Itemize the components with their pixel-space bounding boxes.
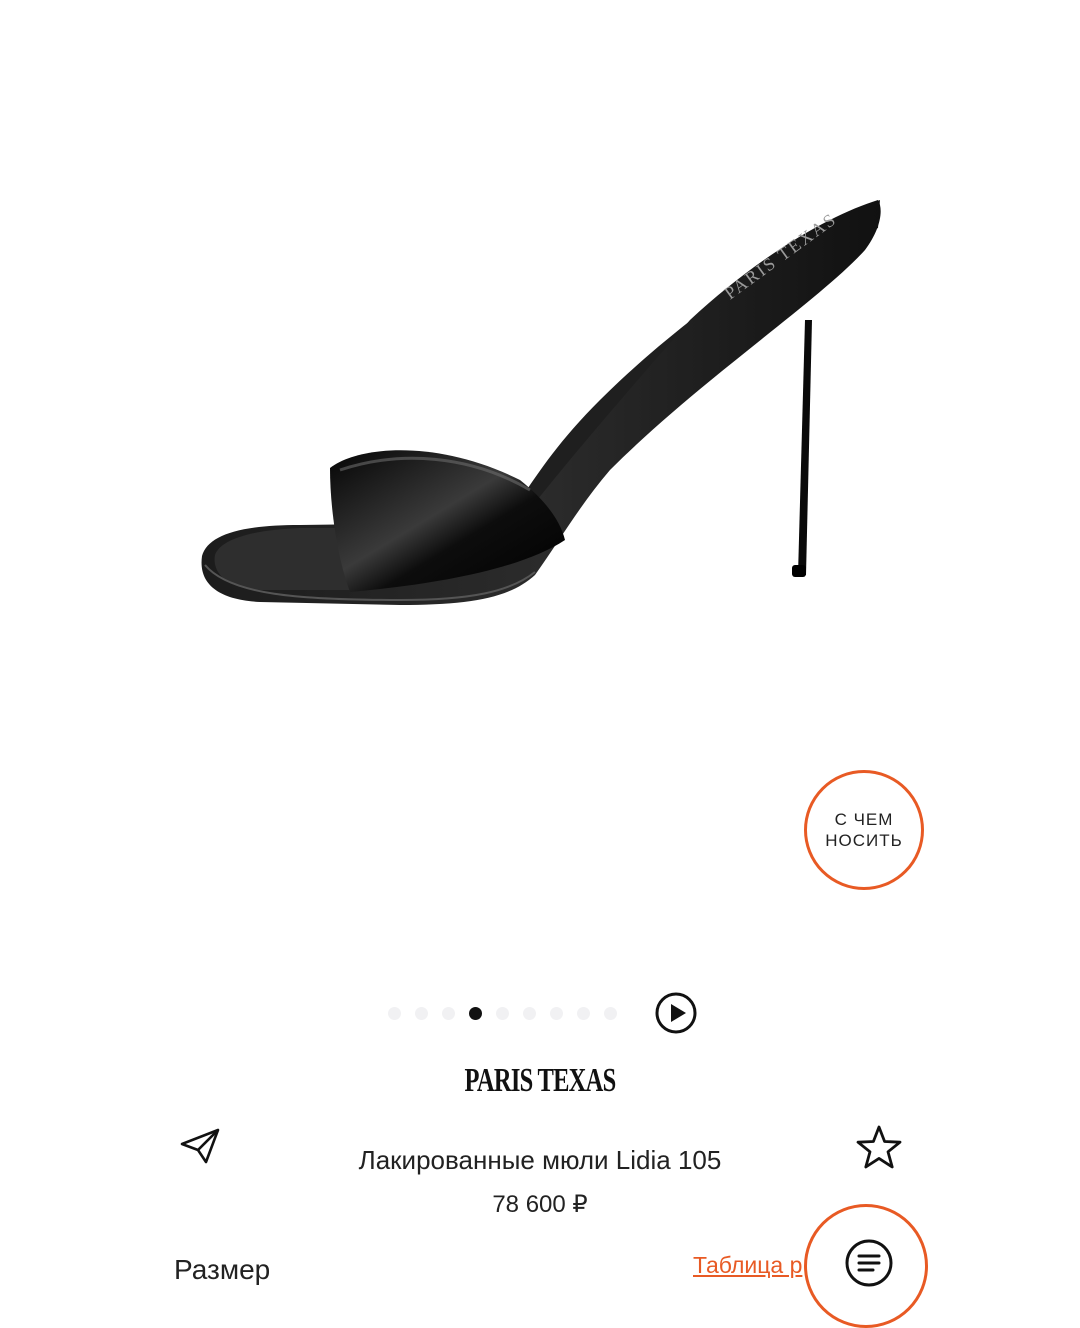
pager-dot[interactable] xyxy=(415,1006,428,1020)
product-price: 78 600 ₽ xyxy=(492,1191,588,1218)
outfit-ideas-button[interactable]: С ЧЕМ НОСИТЬ xyxy=(804,770,924,890)
size-table-link[interactable]: Таблица р xyxy=(693,1252,808,1279)
pager-dot[interactable] xyxy=(496,1006,509,1020)
star-icon xyxy=(856,1125,902,1169)
pager-dot[interactable] xyxy=(442,1006,455,1020)
outfit-ideas-label: С ЧЕМ НОСИТЬ xyxy=(825,810,903,850)
pager-dot-active[interactable] xyxy=(469,1006,482,1020)
product-title: Лакированные мюли Lidia 105 xyxy=(358,1145,722,1175)
pager-dot[interactable] xyxy=(577,1006,590,1020)
pager-dot[interactable] xyxy=(604,1006,617,1020)
play-icon xyxy=(655,992,697,1034)
chat-lines-icon xyxy=(845,1239,893,1287)
play-video-button[interactable] xyxy=(655,992,697,1034)
gallery-pager xyxy=(388,1005,631,1021)
favorite-button[interactable] xyxy=(855,1124,903,1170)
size-label: Размер xyxy=(174,1254,271,1285)
pager-dot[interactable] xyxy=(550,1006,563,1020)
chat-button[interactable] xyxy=(804,1204,928,1328)
pager-dot[interactable] xyxy=(388,1006,401,1020)
brand-name[interactable]: PARIS TEXAS xyxy=(151,1062,929,1100)
pager-dot[interactable] xyxy=(523,1006,536,1020)
